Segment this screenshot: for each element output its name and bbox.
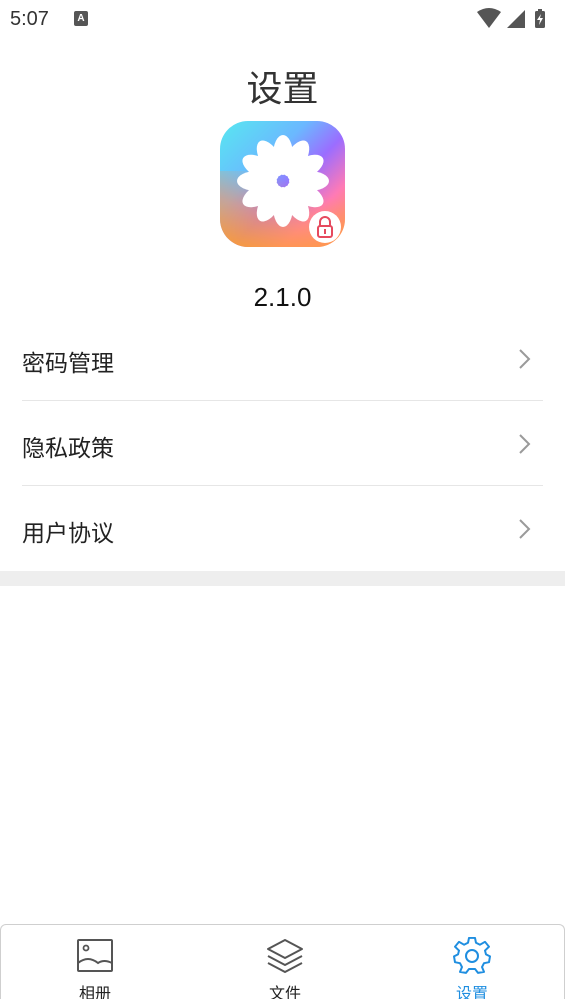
chevron-right-icon [519, 434, 531, 454]
bottom-tab-bar: 相册 文件 设置 [0, 924, 565, 999]
signal-icon [507, 10, 525, 28]
tab-label: 相册 [78, 984, 111, 999]
menu-item-privacy[interactable]: 隐私政策 [22, 401, 543, 486]
menu-item-label: 隐私政策 [22, 436, 114, 462]
tab-files[interactable]: 文件 [191, 925, 379, 999]
lock-icon [317, 216, 333, 238]
wifi-icon [477, 8, 501, 28]
settings-menu: 密码管理 隐私政策 用户协议 [22, 316, 543, 571]
menu-item-label: 用户协议 [22, 521, 114, 547]
status-icons [477, 8, 545, 28]
lock-badge [309, 211, 341, 243]
page-title: 设置 [246, 69, 319, 110]
app-logo [220, 121, 345, 247]
layers-icon [267, 939, 303, 973]
tab-label: 设置 [455, 984, 488, 999]
menu-item-password[interactable]: 密码管理 [22, 316, 543, 401]
tab-label: 文件 [268, 984, 301, 999]
notification-icon: A [74, 11, 88, 26]
tab-album[interactable]: 相册 [1, 925, 189, 999]
battery-icon [535, 9, 545, 28]
menu-item-agreement[interactable]: 用户协议 [22, 486, 543, 571]
app-version: 2.1.0 [253, 282, 312, 312]
image-icon [77, 939, 113, 972]
chevron-right-icon [519, 349, 531, 369]
chevron-right-icon [519, 519, 531, 539]
menu-item-label: 密码管理 [22, 351, 114, 377]
gear-icon [453, 937, 491, 974]
section-divider [0, 571, 565, 586]
tab-settings[interactable]: 设置 [378, 925, 565, 999]
status-bar: 5:07 A [0, 0, 565, 38]
status-time: 5:07 [10, 8, 49, 30]
